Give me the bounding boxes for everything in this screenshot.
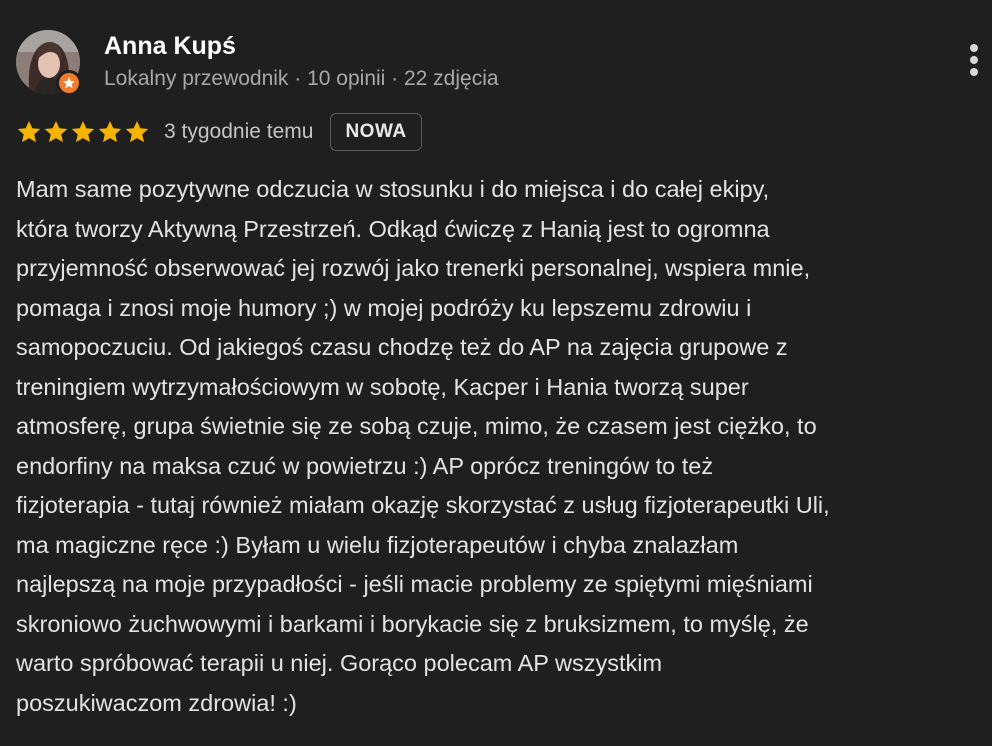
- star-icon: [98, 120, 122, 143]
- review-card: Anna Kupś Lokalny przewodnik · 10 opinii…: [0, 0, 992, 746]
- new-badge: NOWA: [330, 113, 422, 151]
- review-text-line: atmosferę, grupa świetnie się ze sobą cz…: [16, 413, 817, 439]
- star-icon: [125, 120, 149, 143]
- star-rating: [16, 119, 150, 145]
- more-vert-icon: [970, 44, 978, 76]
- review-text-line: Mam same pozytywne odczucia w stosunku i…: [16, 176, 770, 202]
- review-text-line: warto spróbować terapii u niej. Gorąco p…: [16, 650, 663, 676]
- rating-row: 3 tygodnie temu NOWA: [16, 110, 422, 154]
- star-icon: [17, 120, 41, 143]
- review-text-line: poszukiwaczom zdrowia! :): [16, 689, 297, 716]
- author-avatar[interactable]: [16, 30, 82, 96]
- review-text-line: ma magiczne ręce :) Byłam u wielu fizjot…: [16, 531, 739, 558]
- more-options-button[interactable]: [958, 38, 990, 82]
- review-text-line: która tworzy Aktywną Przestrzeń. Odkąd ć…: [16, 215, 770, 242]
- review-text-line: fizjoterapia - tutaj również miałam okaz…: [16, 492, 830, 518]
- review-text-line: skroniowo żuchwowymi i barkami i borykac…: [16, 610, 809, 637]
- author-meta: Lokalny przewodnik · 10 opinii · 22 zdję…: [104, 67, 499, 90]
- local-guide-star-icon: [56, 70, 82, 96]
- review-text: Mam same pozytywne odczucia w stosunku i…: [16, 170, 992, 723]
- star-icon: [71, 120, 95, 143]
- review-text-line: pomaga i znosi moje humory ;) w mojej po…: [16, 294, 752, 321]
- review-text-line: przyjemność obserwować jej rozwój jako t…: [16, 255, 811, 281]
- review-text-line: endorfiny na maksa czuć w powietrzu :) A…: [16, 452, 714, 479]
- review-text-line: samopoczuciu. Od jakiegoś czasu chodzę t…: [16, 334, 788, 360]
- author-name[interactable]: Anna Kupś: [104, 31, 236, 61]
- review-text-line: treningiem wytrzymałościowym w sobotę, K…: [16, 373, 749, 400]
- review-text-line: najlepszą na moje przypadłości - jeśli m…: [16, 571, 813, 597]
- star-icon: [44, 120, 68, 143]
- review-date: 3 tygodnie temu: [164, 120, 314, 143]
